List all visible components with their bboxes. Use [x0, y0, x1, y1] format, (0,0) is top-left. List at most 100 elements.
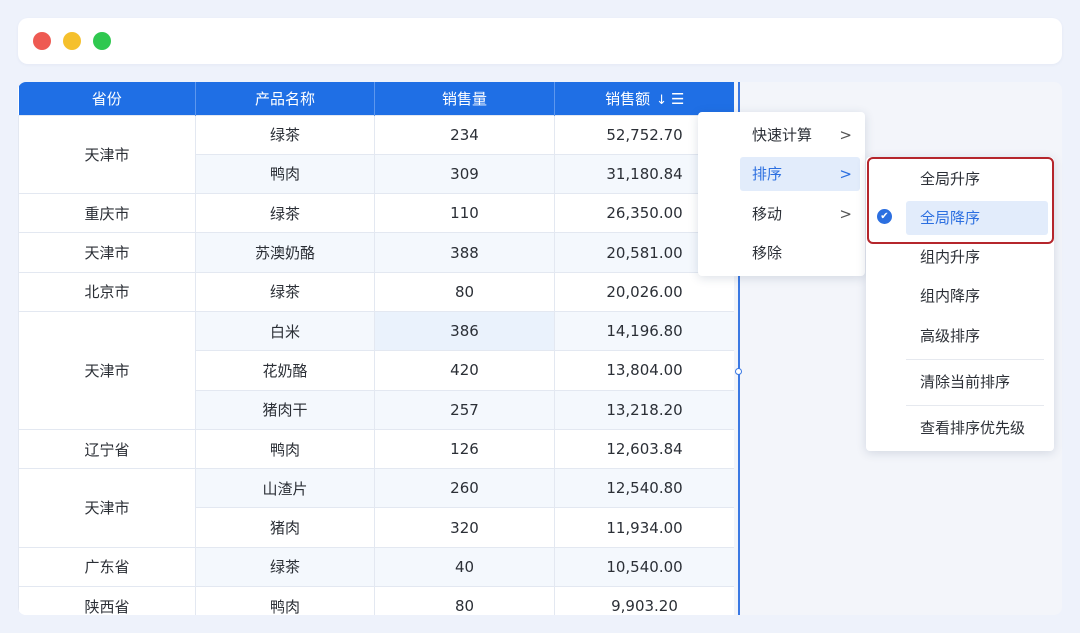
- menu-item-label: 移除: [752, 244, 783, 262]
- amount-cell[interactable]: 14,196.80: [554, 310, 734, 352]
- product-cell[interactable]: 绿茶: [195, 546, 375, 588]
- menu-item-group-descending[interactable]: 组内降序: [906, 279, 1048, 313]
- province-cell[interactable]: 北京市: [18, 271, 196, 312]
- quantity-cell[interactable]: 309: [374, 153, 555, 195]
- chevron-right-icon: >: [839, 165, 852, 183]
- maximize-window-button[interactable]: [93, 32, 111, 50]
- menu-item-label: 高级排序: [920, 327, 981, 345]
- menu-item-label: 查看排序优先级: [920, 419, 1026, 437]
- menu-divider: [906, 359, 1044, 360]
- amount-cell[interactable]: 9,903.20: [554, 586, 734, 615]
- amount-cell[interactable]: 13,218.20: [554, 389, 734, 430]
- header-quantity[interactable]: 销售量: [374, 82, 555, 115]
- sales-table-container: 省份 产品名称 销售量 销售额 ↓ ☰ 天津市 绿茶 234 52,752.70 鸭…: [18, 82, 734, 615]
- amount-cell[interactable]: 12,540.80: [554, 468, 734, 509]
- header-label: 销售额: [605, 89, 651, 108]
- menu-item-label: 排序: [752, 165, 783, 183]
- header-amount[interactable]: 销售额 ↓ ☰: [554, 82, 734, 115]
- chevron-right-icon: >: [839, 126, 852, 144]
- quantity-cell[interactable]: 126: [374, 428, 555, 470]
- menu-item-move[interactable]: 移动 >: [740, 197, 860, 231]
- close-window-button[interactable]: [33, 32, 51, 50]
- amount-cell[interactable]: 12,603.84: [554, 428, 734, 470]
- table-row: 天津市 苏澳奶酪 388 20,581.00: [18, 232, 734, 273]
- table-header-row: 省份 产品名称 销售量 销售额 ↓ ☰: [18, 82, 734, 115]
- quantity-cell[interactable]: 80: [374, 586, 555, 615]
- menu-item-label: 组内降序: [920, 287, 981, 305]
- quantity-cell[interactable]: 388: [374, 232, 555, 273]
- table-row: 广东省 绿茶 40 10,540.00: [18, 546, 734, 588]
- header-label: 销售量: [441, 89, 487, 108]
- province-cell[interactable]: 天津市: [18, 114, 196, 195]
- quantity-cell[interactable]: 260: [374, 468, 555, 509]
- menu-item-advanced-sort[interactable]: 高级排序: [906, 319, 1048, 353]
- header-menu-icon[interactable]: ☰: [671, 90, 684, 108]
- header-province[interactable]: 省份: [18, 82, 196, 115]
- menu-item-global-descending[interactable]: 全局降序: [906, 201, 1048, 235]
- quantity-cell[interactable]: 420: [374, 350, 555, 391]
- province-cell[interactable]: 陕西省: [18, 586, 196, 615]
- menu-item-global-ascending[interactable]: 全局升序: [906, 162, 1048, 196]
- province-cell[interactable]: 天津市: [18, 310, 196, 430]
- minimize-window-button[interactable]: [63, 32, 81, 50]
- menu-item-label: 全局升序: [920, 170, 981, 188]
- product-cell[interactable]: 猪肉: [195, 507, 375, 548]
- province-cell[interactable]: 重庆市: [18, 193, 196, 234]
- province-cell[interactable]: 天津市: [18, 468, 196, 548]
- menu-item-remove[interactable]: 移除: [740, 236, 860, 270]
- product-cell[interactable]: 猪肉干: [195, 389, 375, 430]
- menu-item-label: 组内升序: [920, 248, 981, 266]
- amount-cell[interactable]: 10,540.00: [554, 546, 734, 588]
- sort-descending-icon[interactable]: ↓: [656, 93, 667, 108]
- product-cell[interactable]: 绿茶: [195, 193, 375, 234]
- column-resize-handle[interactable]: [735, 368, 742, 375]
- quantity-cell[interactable]: 320: [374, 507, 555, 548]
- header-label: 产品名称: [254, 89, 315, 108]
- quantity-cell[interactable]: 386: [374, 310, 555, 352]
- product-cell[interactable]: 绿茶: [195, 114, 375, 155]
- province-cell[interactable]: 广东省: [18, 546, 196, 588]
- menu-item-label: 清除当前排序: [920, 373, 1011, 391]
- table-row: 天津市 绿茶 234 52,752.70: [18, 114, 734, 195]
- product-cell[interactable]: 白米: [195, 310, 375, 352]
- table-row: 辽宁省 鸭肉 126 12,603.84: [18, 428, 734, 470]
- table-row: 天津市 白米 386 14,196.80: [18, 310, 734, 430]
- product-cell[interactable]: 绿茶: [195, 271, 375, 312]
- header-product[interactable]: 产品名称: [195, 82, 375, 115]
- menu-item-label: 全局降序: [920, 209, 981, 227]
- table-row: 陕西省 鸭肉 80 9,903.20: [18, 586, 734, 615]
- menu-item-clear-sort[interactable]: 清除当前排序: [906, 365, 1048, 399]
- menu-item-view-sort-priority[interactable]: 查看排序优先级: [906, 411, 1048, 445]
- amount-cell[interactable]: 11,934.00: [554, 507, 734, 548]
- header-label: 省份: [91, 89, 122, 108]
- quantity-cell[interactable]: 80: [374, 271, 555, 312]
- chevron-right-icon: >: [839, 205, 852, 223]
- sort-submenu: 全局升序 ✔ 全局降序 组内升序 组内降序 高级排序 清除当前排序 查看排序优先…: [866, 157, 1054, 451]
- sales-table: 省份 产品名称 销售量 销售额 ↓ ☰ 天津市 绿茶 234 52,752.70 鸭…: [18, 82, 734, 615]
- table-row: 北京市 绿茶 80 20,026.00: [18, 271, 734, 312]
- quantity-cell[interactable]: 40: [374, 546, 555, 588]
- amount-cell[interactable]: 13,804.00: [554, 350, 734, 391]
- amount-cell[interactable]: 20,026.00: [554, 271, 734, 312]
- quantity-cell[interactable]: 110: [374, 193, 555, 234]
- window-titlebar: [18, 18, 1062, 64]
- quantity-cell[interactable]: 234: [374, 114, 555, 155]
- product-cell[interactable]: 鸭肉: [195, 153, 375, 195]
- table-row: 重庆市 绿茶 110 26,350.00: [18, 193, 734, 234]
- menu-item-label: 移动: [752, 205, 783, 223]
- product-cell[interactable]: 山渣片: [195, 468, 375, 509]
- field-context-menu: 快速计算 > 排序 > 移动 > 移除: [698, 112, 865, 276]
- check-icon: ✔: [877, 209, 892, 224]
- product-cell[interactable]: 鸭肉: [195, 428, 375, 470]
- product-cell[interactable]: 花奶酪: [195, 350, 375, 391]
- province-cell[interactable]: 辽宁省: [18, 428, 196, 470]
- product-cell[interactable]: 鸭肉: [195, 586, 375, 615]
- menu-divider: [906, 405, 1044, 406]
- menu-item-quick-calc[interactable]: 快速计算 >: [740, 118, 860, 152]
- province-cell[interactable]: 天津市: [18, 232, 196, 273]
- menu-item-group-ascending[interactable]: 组内升序: [906, 240, 1048, 274]
- quantity-cell[interactable]: 257: [374, 389, 555, 430]
- menu-item-sort[interactable]: 排序 >: [740, 157, 860, 191]
- table-row: 天津市 山渣片 260 12,540.80: [18, 468, 734, 548]
- product-cell[interactable]: 苏澳奶酪: [195, 232, 375, 273]
